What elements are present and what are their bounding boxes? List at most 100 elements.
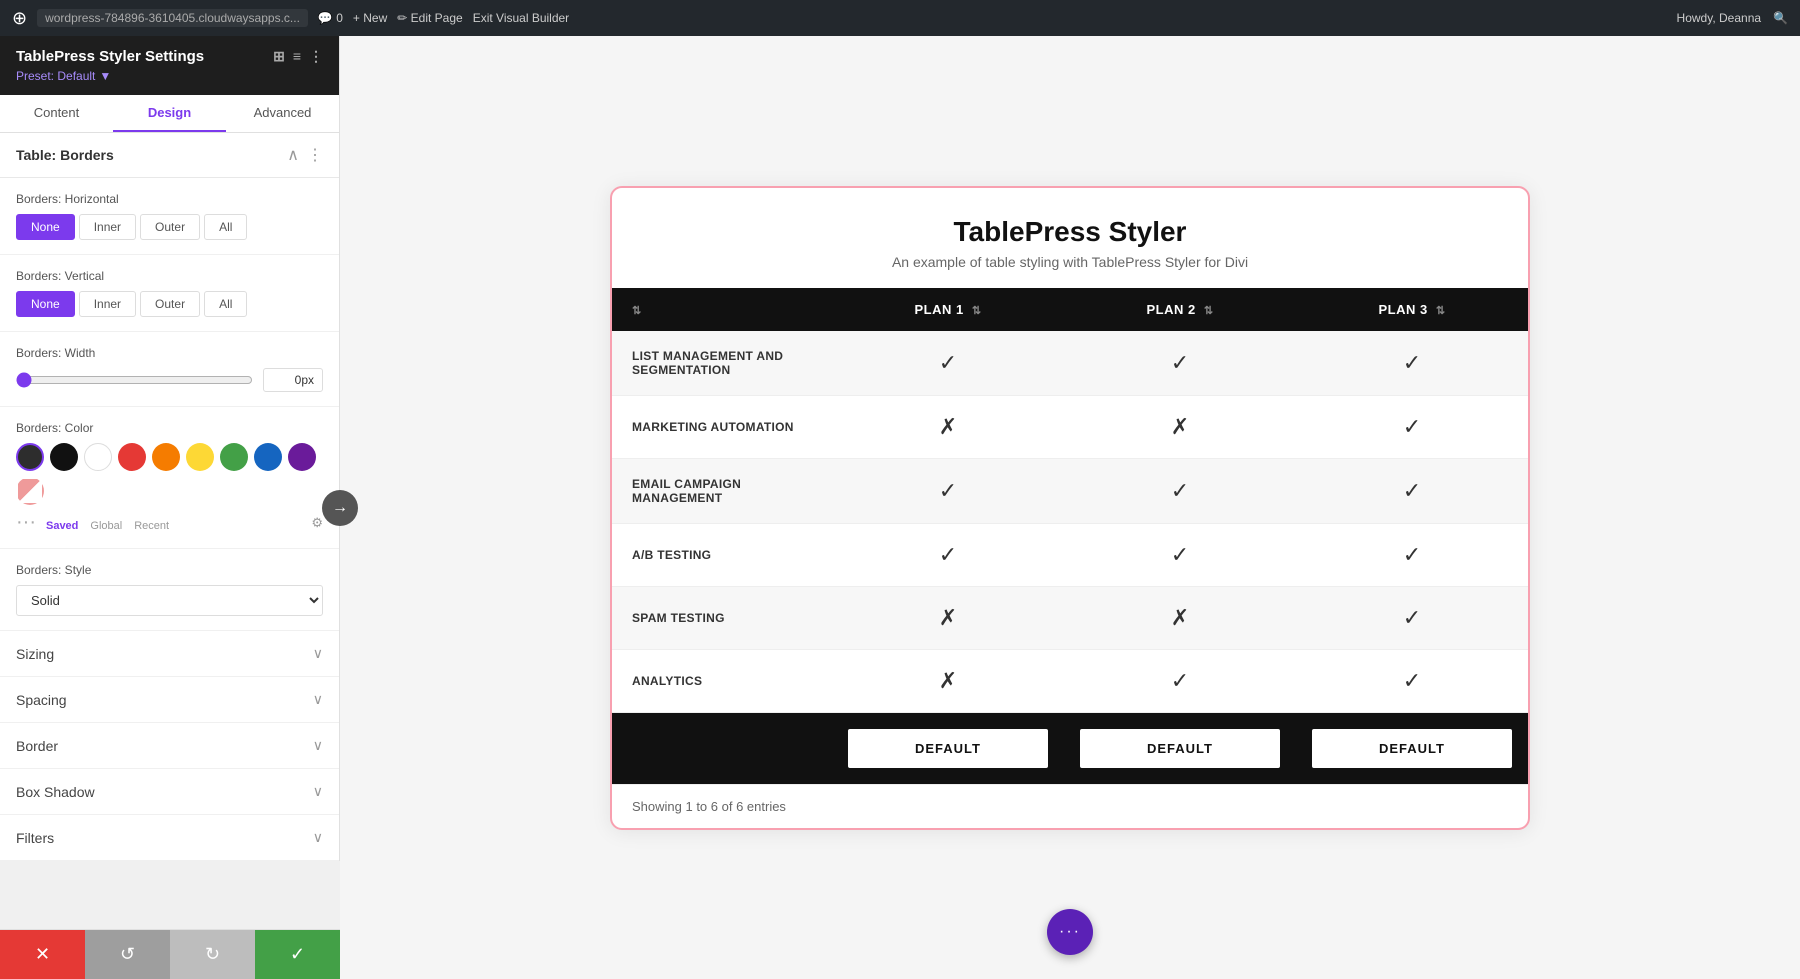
color-swatch-pink-light[interactable] xyxy=(16,477,44,505)
sidebar-title-icons: ⊞ ≡ ⋮ xyxy=(273,48,323,65)
comment-icon[interactable]: 💬 0 xyxy=(318,11,343,25)
color-tab-recent[interactable]: Recent xyxy=(134,520,169,532)
site-url: wordpress-784896-3610405.cloudwaysapps.c… xyxy=(37,9,308,27)
footer-empty xyxy=(612,712,832,784)
border-v-inner[interactable]: Inner xyxy=(79,291,136,317)
new-button[interactable]: + New xyxy=(353,11,387,25)
cancel-button[interactable]: ✕ xyxy=(0,930,85,979)
exit-builder-button[interactable]: Exit Visual Builder xyxy=(473,11,570,25)
tab-content[interactable]: Content xyxy=(0,95,113,132)
borders-width-slider[interactable] xyxy=(16,372,253,388)
borders-width-group: Borders: Width 0px xyxy=(0,332,339,407)
collapse-icon[interactable]: ∧ xyxy=(287,145,299,165)
section-title: Table: Borders xyxy=(16,147,114,163)
border-h-all[interactable]: All xyxy=(204,214,247,240)
layout-icon[interactable]: ≡ xyxy=(293,48,301,65)
sort-icon-plan3[interactable]: ⇅ xyxy=(1436,305,1446,317)
table-row: EMAIL CAMPAIGN MANAGEMENT ✓ ✓ ✓ xyxy=(612,458,1528,523)
wordpress-icon[interactable]: ⊕ xyxy=(12,8,27,29)
border-h-none[interactable]: None xyxy=(16,214,75,240)
color-swatch-dark[interactable] xyxy=(16,443,44,471)
footer-plan2-cell: DEFAULT xyxy=(1064,712,1296,784)
tab-design[interactable]: Design xyxy=(113,95,226,132)
footer-plan1-cell: DEFAULT xyxy=(832,712,1064,784)
check-icon: ✓ xyxy=(1403,605,1421,630)
color-swatch-red[interactable] xyxy=(118,443,146,471)
color-swatch-black[interactable] xyxy=(50,443,78,471)
sidebar-preset[interactable]: Preset: Default ▼ xyxy=(16,69,323,83)
borders-vertical-label: Borders: Vertical xyxy=(16,269,323,283)
check-icon: ✓ xyxy=(1403,414,1421,439)
tab-advanced[interactable]: Advanced xyxy=(226,95,339,132)
color-swatch-white[interactable] xyxy=(84,443,112,471)
sidebar: TablePress Styler Settings ⊞ ≡ ⋮ Preset:… xyxy=(0,36,340,861)
undo-button[interactable]: ↺ xyxy=(85,930,170,979)
sizing-section[interactable]: Sizing ∨ xyxy=(0,631,339,677)
save-button[interactable]: ✓ xyxy=(255,930,340,979)
plan2-default-button[interactable]: DEFAULT xyxy=(1080,729,1280,768)
border-v-outer[interactable]: Outer xyxy=(140,291,200,317)
edit-page-button[interactable]: ✏ Edit Page xyxy=(397,11,462,25)
check-icon: ✓ xyxy=(1171,542,1189,567)
border-section[interactable]: Border ∨ xyxy=(0,723,339,769)
sort-icon-feature[interactable]: ⇅ xyxy=(632,305,642,317)
topbar-left: ⊕ wordpress-784896-3610405.cloudwaysapps… xyxy=(12,8,569,29)
color-swatches xyxy=(16,443,323,505)
color-swatch-green[interactable] xyxy=(220,443,248,471)
color-tabs: Saved Global Recent xyxy=(46,520,169,532)
copy-icon[interactable]: ⊞ xyxy=(273,48,285,65)
border-h-outer[interactable]: Outer xyxy=(140,214,200,240)
sidebar-title-text: TablePress Styler Settings xyxy=(16,48,204,65)
check-icon: ✓ xyxy=(1171,350,1189,375)
border-v-none[interactable]: None xyxy=(16,291,75,317)
plan3-label: PLAN 3 xyxy=(1378,302,1427,317)
sort-icon-plan2[interactable]: ⇅ xyxy=(1204,305,1214,317)
table-row: ANALYTICS ✗ ✓ ✓ xyxy=(612,649,1528,712)
section-header: Table: Borders ∧ ⋮ xyxy=(0,133,339,178)
color-swatch-blue[interactable] xyxy=(254,443,282,471)
redo-button[interactable]: ↻ xyxy=(170,930,255,979)
color-tab-saved[interactable]: Saved xyxy=(46,520,78,532)
cancel-icon: ✕ xyxy=(35,944,50,965)
header-feature: ⇅ xyxy=(612,288,832,331)
plan3-cell: ✓ xyxy=(1296,586,1528,649)
color-swatch-yellow[interactable] xyxy=(186,443,214,471)
plan2-cell: ✓ xyxy=(1064,649,1296,712)
section-more-icon[interactable]: ⋮ xyxy=(307,145,323,165)
floating-dots-button[interactable]: ··· xyxy=(1047,909,1093,955)
spacing-label: Spacing xyxy=(16,692,67,708)
border-v-all[interactable]: All xyxy=(204,291,247,317)
cross-icon: ✗ xyxy=(939,605,957,630)
sort-icon-plan1[interactable]: ⇅ xyxy=(972,305,982,317)
border-h-inner[interactable]: Inner xyxy=(79,214,136,240)
spacing-chevron-icon: ∨ xyxy=(313,691,323,708)
gear-icon[interactable]: ⚙ xyxy=(311,515,323,531)
header-plan2: PLAN 2 ⇅ xyxy=(1064,288,1296,331)
topbar-right: Howdy, Deanna 🔍 xyxy=(1677,11,1788,25)
box-shadow-section[interactable]: Box Shadow ∨ xyxy=(0,769,339,815)
dots-more-icon[interactable]: ··· xyxy=(16,511,36,534)
check-icon: ✓ xyxy=(1171,478,1189,503)
borders-horizontal-group: Borders: Horizontal None Inner Outer All xyxy=(0,178,339,255)
more-options-icon[interactable]: ⋮ xyxy=(309,48,323,65)
sidebar-header: TablePress Styler Settings ⊞ ≡ ⋮ Preset:… xyxy=(0,36,339,95)
feature-name: MARKETING AUTOMATION xyxy=(612,395,832,458)
plan1-default-button[interactable]: DEFAULT xyxy=(848,729,1048,768)
box-shadow-label: Box Shadow xyxy=(16,784,95,800)
borders-style-select[interactable]: None Solid Dashed Dotted Double xyxy=(16,585,323,616)
toggle-sidebar-button[interactable]: → xyxy=(322,490,358,526)
check-icon: ✓ xyxy=(939,478,957,503)
plan3-default-button[interactable]: DEFAULT xyxy=(1312,729,1512,768)
check-icon: ✓ xyxy=(939,542,957,567)
filters-section[interactable]: Filters ∨ xyxy=(0,815,339,861)
plan2-cell: ✗ xyxy=(1064,586,1296,649)
color-swatch-purple[interactable] xyxy=(288,443,316,471)
search-icon[interactable]: 🔍 xyxy=(1773,11,1788,25)
spacing-section[interactable]: Spacing ∨ xyxy=(0,677,339,723)
plan3-cell: ✓ xyxy=(1296,331,1528,396)
chevron-down-icon: ▼ xyxy=(99,69,111,83)
borders-width-value[interactable]: 0px xyxy=(263,368,323,392)
color-tab-global[interactable]: Global xyxy=(90,520,122,532)
color-swatch-orange[interactable] xyxy=(152,443,180,471)
borders-vertical-group: Borders: Vertical None Inner Outer All xyxy=(0,255,339,332)
